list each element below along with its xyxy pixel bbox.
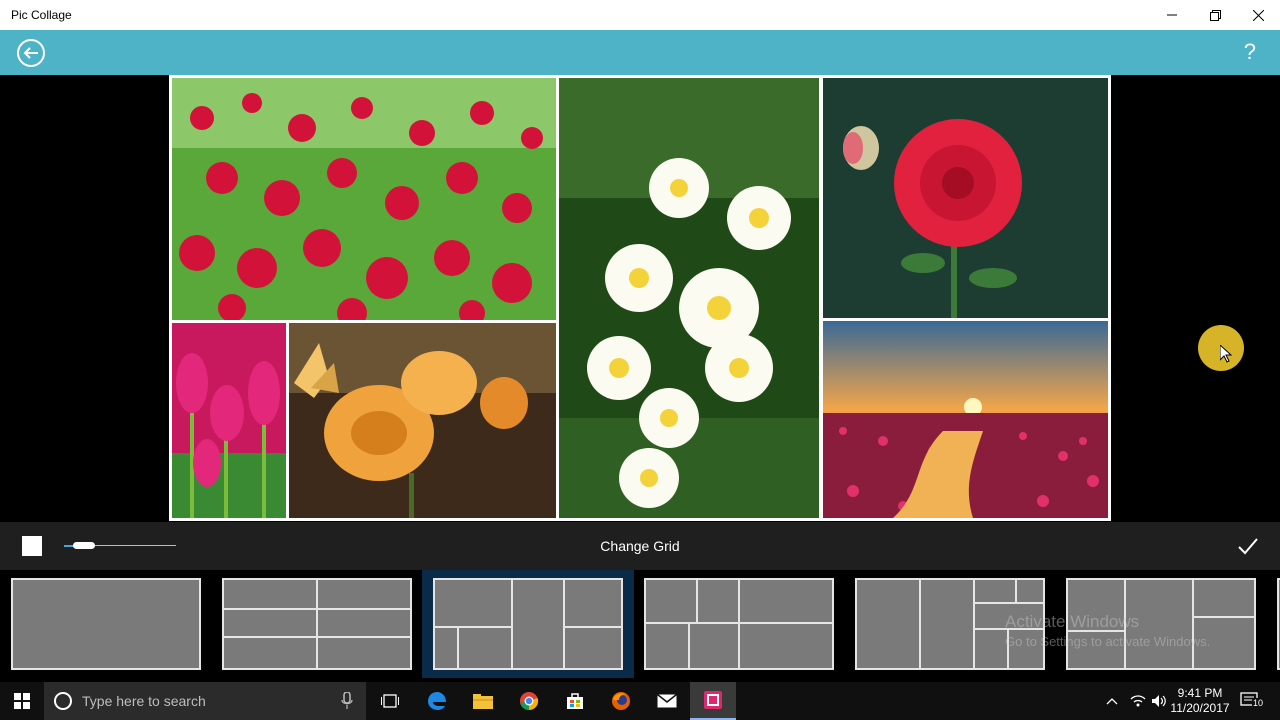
- wifi-icon: [1130, 695, 1146, 707]
- grid-option-4[interactable]: [644, 578, 834, 670]
- edge-icon: [428, 692, 446, 710]
- clock-date: 11/20/2017: [1170, 701, 1230, 715]
- cortana-icon: [54, 692, 72, 710]
- edge-button[interactable]: [414, 682, 460, 720]
- collage-canvas: [169, 75, 1111, 521]
- task-view-button[interactable]: [367, 682, 413, 720]
- restore-button[interactable]: [1193, 0, 1237, 30]
- close-button[interactable]: [1236, 0, 1280, 30]
- close-icon: [1252, 9, 1264, 21]
- taskbar-search-box[interactable]: Type here to search: [44, 682, 366, 720]
- firefox-button[interactable]: [598, 682, 644, 720]
- taskbar-clock[interactable]: 9:41 PM 11/20/2017: [1168, 686, 1232, 716]
- orange-roses-butterfly-photo[interactable]: [289, 323, 556, 518]
- window-title: Pic Collage: [11, 8, 72, 22]
- chrome-button[interactable]: [506, 682, 552, 720]
- watermark-subtitle: Go to Settings to activate Windows.: [1005, 634, 1211, 649]
- white-plumeria-photo[interactable]: [559, 78, 819, 518]
- mouse-cursor-icon: [1220, 345, 1232, 363]
- mail-icon: [657, 694, 677, 708]
- sunset-lotus-lake-photo[interactable]: [823, 321, 1108, 518]
- folder-icon: [473, 694, 493, 709]
- search-placeholder: Type here to search: [82, 693, 206, 709]
- red-dahlia-photo[interactable]: [823, 78, 1108, 318]
- windows-logo-icon: [14, 693, 30, 709]
- pic-collage-taskbar-button[interactable]: [690, 682, 736, 720]
- activate-windows-watermark: Activate Windows Go to Settings to activ…: [1005, 612, 1210, 649]
- back-button[interactable]: [16, 38, 46, 68]
- confirm-button[interactable]: [1236, 534, 1260, 558]
- task-view-icon: [381, 694, 399, 708]
- chevron-up-icon: [1106, 698, 1118, 705]
- windows-taskbar: Type here to search 9:41 PM 11/20/2017 1…: [0, 682, 1280, 720]
- speaker-icon: [1152, 695, 1166, 707]
- red-daisies-photo[interactable]: [172, 78, 556, 320]
- notification-count: 10: [1252, 698, 1265, 708]
- clock-time: 9:41 PM: [1177, 686, 1223, 700]
- checkmark-icon: [1238, 538, 1258, 555]
- store-button[interactable]: [552, 682, 598, 720]
- show-hidden-icons-button[interactable]: [1106, 682, 1118, 720]
- help-button[interactable]: ?: [1244, 40, 1256, 64]
- pic-collage-app-icon: [704, 691, 722, 709]
- microphone-icon[interactable]: [341, 692, 353, 710]
- chrome-icon: [520, 692, 539, 711]
- back-arrow-icon: [17, 39, 45, 67]
- grid-toolbar: Change Grid: [0, 522, 1280, 570]
- app-header: ?: [0, 30, 1280, 75]
- action-center-button[interactable]: 10: [1240, 682, 1265, 720]
- watermark-title: Activate Windows: [1005, 612, 1140, 631]
- restore-icon: [1209, 9, 1221, 21]
- start-button[interactable]: [0, 682, 44, 720]
- toolbar-title: Change Grid: [600, 538, 680, 554]
- firefox-icon: [612, 692, 630, 710]
- grid-option-3[interactable]: [433, 578, 623, 670]
- app-window: Pic Collage ? Change Grid Activate Windo…: [0, 0, 1280, 720]
- title-bar: Pic Collage: [0, 0, 1280, 30]
- minimize-icon: [1167, 14, 1177, 16]
- network-button[interactable]: [1130, 682, 1146, 720]
- grid-option-1[interactable]: [11, 578, 201, 670]
- grid-option-2[interactable]: [222, 578, 412, 670]
- store-icon: [567, 693, 583, 709]
- file-explorer-button[interactable]: [460, 682, 506, 720]
- volume-button[interactable]: [1151, 682, 1167, 720]
- pink-tulips-photo[interactable]: [172, 323, 286, 518]
- mail-button[interactable]: [644, 682, 690, 720]
- minimize-button[interactable]: [1150, 0, 1194, 30]
